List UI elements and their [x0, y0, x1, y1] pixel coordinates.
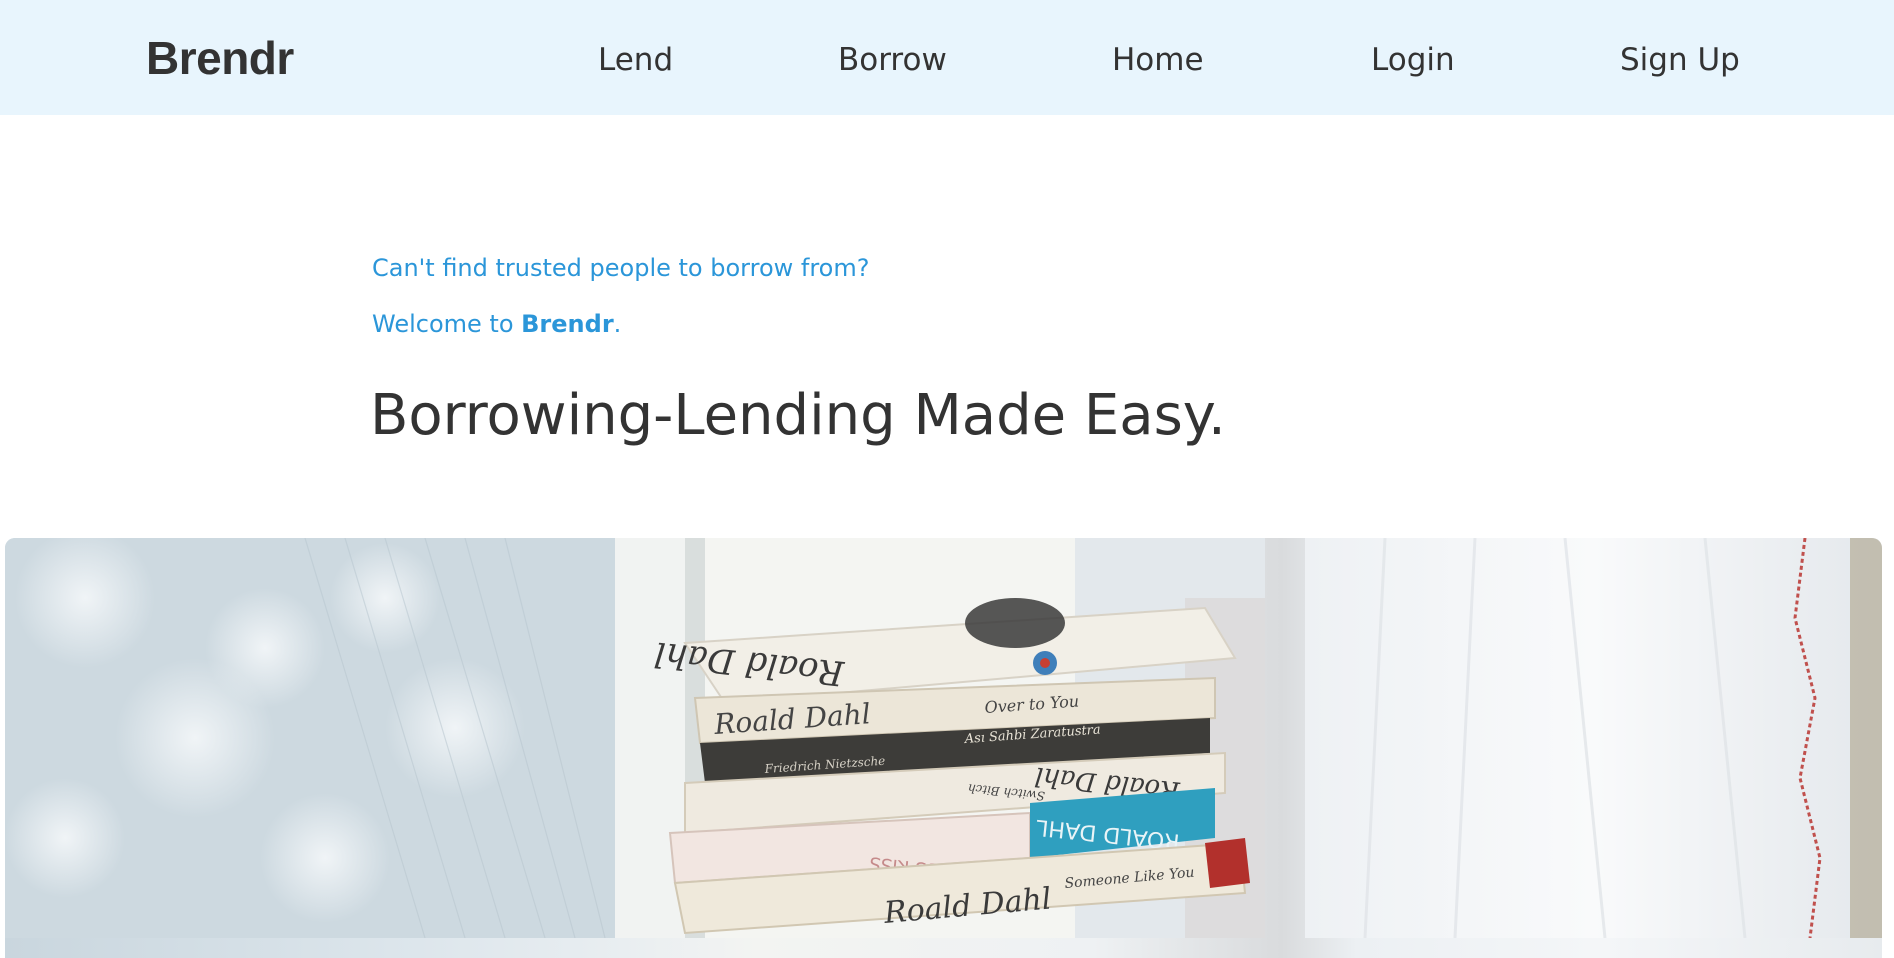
welcome-prefix: Welcome to [372, 310, 522, 338]
hero-photo-books: Roald Dahl Roald Dahl Over to You Ası Sa… [5, 538, 1882, 958]
nav-link-lend[interactable]: Lend [598, 40, 673, 80]
navbar: Brendr Lend Borrow Home Login Sign Up [0, 0, 1894, 115]
hero-welcome: Welcome to Brendr. [372, 308, 621, 340]
welcome-brand: Brendr [521, 310, 614, 338]
hero-tagline: Can't find trusted people to borrow from… [372, 254, 870, 282]
books-photo-illustration: Roald Dahl Roald Dahl Over to You Ası Sa… [5, 538, 1882, 938]
welcome-suffix: . [613, 310, 622, 338]
nav-link-home[interactable]: Home [1112, 40, 1204, 80]
hero-headline: Borrowing-Lending Made Easy. [370, 383, 1226, 448]
nav-link-borrow[interactable]: Borrow [838, 40, 947, 80]
brand-logo[interactable]: Brendr [146, 30, 294, 86]
nav-link-signup[interactable]: Sign Up [1620, 40, 1740, 80]
nav-link-login[interactable]: Login [1371, 40, 1455, 80]
